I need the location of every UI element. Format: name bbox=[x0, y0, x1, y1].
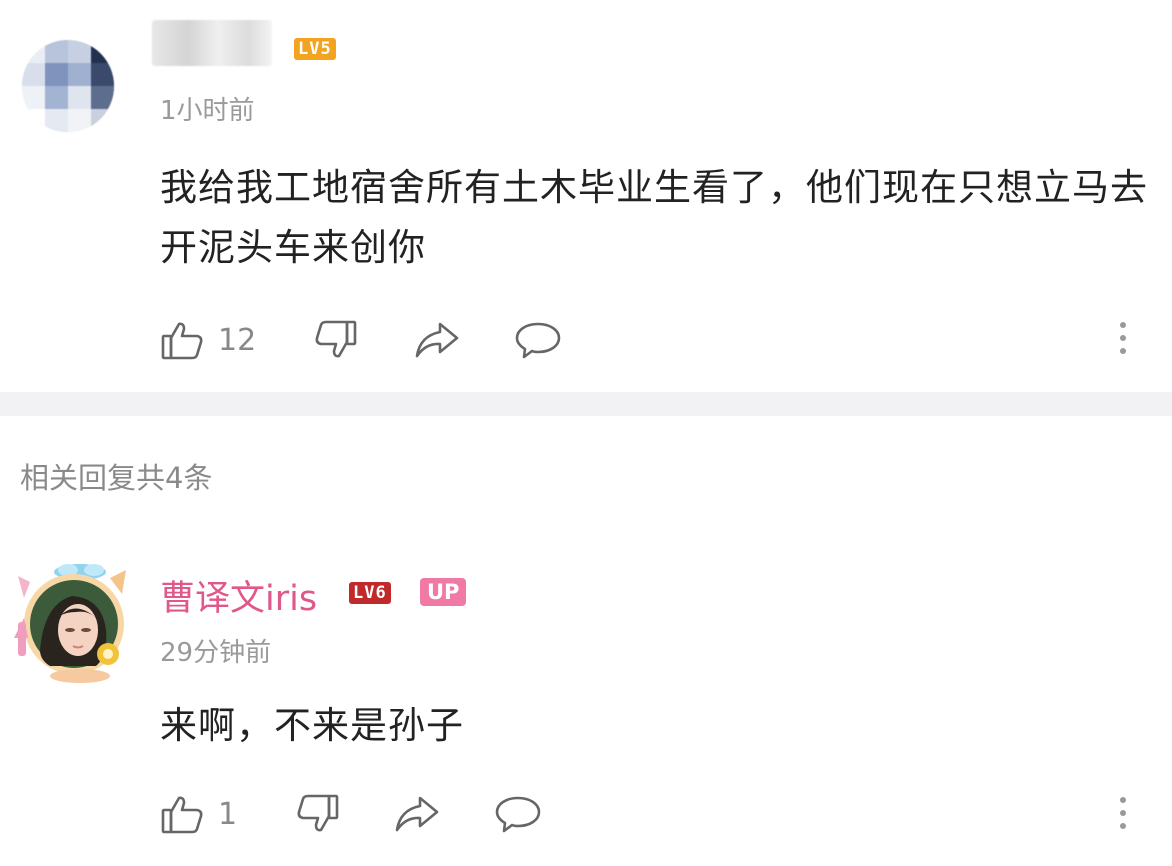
like-icon bbox=[160, 792, 204, 836]
reply-text: 来啊，不来是孙子 bbox=[160, 704, 464, 747]
reply-button[interactable] bbox=[514, 320, 562, 360]
like-button[interactable]: 1 bbox=[160, 792, 237, 836]
comment-time: 1小时前 bbox=[160, 96, 255, 126]
like-count: 1 bbox=[218, 796, 238, 832]
reply-icon bbox=[494, 794, 542, 834]
reply-time: 29分钟前 bbox=[160, 638, 272, 668]
reply-icon bbox=[514, 320, 562, 360]
level-badge: LV5 bbox=[294, 38, 336, 60]
dislike-button[interactable] bbox=[296, 792, 340, 836]
reply-button[interactable] bbox=[494, 794, 542, 834]
share-icon bbox=[414, 320, 460, 360]
related-replies-header[interactable]: 相关回复共4条 bbox=[20, 455, 212, 497]
user-avatar[interactable] bbox=[22, 40, 114, 132]
section-divider bbox=[0, 392, 1172, 416]
like-button[interactable]: 12 bbox=[160, 318, 256, 362]
up-badge: UP bbox=[420, 578, 467, 606]
more-icon bbox=[1120, 322, 1126, 328]
more-button[interactable] bbox=[1119, 322, 1127, 354]
more-icon bbox=[1120, 797, 1126, 803]
comment-text: 我给我工地宿舍所有土木毕业生看了，他们现在只想立马去开泥头车来创你 bbox=[160, 166, 1148, 269]
reply-avatar[interactable] bbox=[10, 560, 138, 685]
dislike-icon bbox=[296, 792, 340, 836]
share-button[interactable] bbox=[394, 794, 440, 834]
dislike-button[interactable] bbox=[314, 318, 358, 362]
like-count: 12 bbox=[218, 322, 257, 358]
level-badge: LV6 bbox=[349, 582, 391, 604]
share-button[interactable] bbox=[414, 320, 460, 360]
share-icon bbox=[394, 794, 440, 834]
like-icon bbox=[160, 318, 204, 362]
username-redacted[interactable] bbox=[152, 20, 272, 66]
reply-username[interactable]: 曹译文iris bbox=[160, 570, 317, 621]
more-button[interactable] bbox=[1119, 797, 1127, 829]
dislike-icon bbox=[314, 318, 358, 362]
